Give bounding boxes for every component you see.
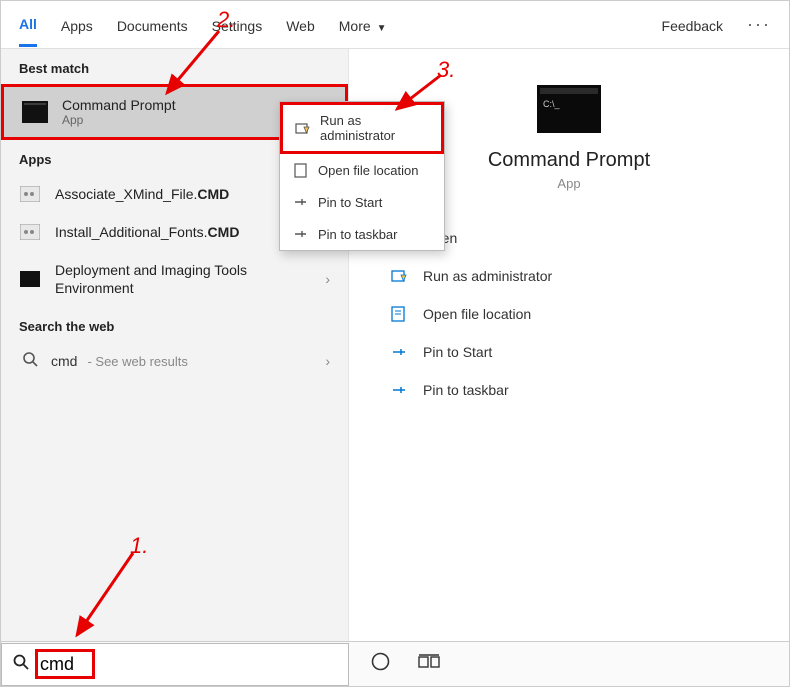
annotation-arrow-2 xyxy=(151,27,241,107)
tab-apps[interactable]: Apps xyxy=(61,4,93,46)
action-pin-taskbar[interactable]: Pin to taskbar xyxy=(391,371,789,409)
search-input[interactable] xyxy=(40,644,348,685)
annotation-arrow-1 xyxy=(61,549,161,649)
cortana-icon[interactable] xyxy=(371,652,390,676)
annotation-1: 1. xyxy=(130,533,148,559)
search-box[interactable] xyxy=(1,643,349,686)
pin-taskbar-icon xyxy=(292,226,308,242)
action-open[interactable]: Open xyxy=(391,219,789,257)
context-menu: Run as administrator Open file location … xyxy=(279,101,445,251)
search-icon xyxy=(19,352,41,370)
preview-subtitle: App xyxy=(557,176,580,191)
command-prompt-icon xyxy=(19,270,41,288)
action-open-location[interactable]: Open file location xyxy=(391,295,789,333)
command-prompt-icon: C:\_ xyxy=(537,85,601,133)
svg-text:C:\_: C:\_ xyxy=(543,99,561,109)
context-open-location[interactable]: Open file location xyxy=(280,154,444,186)
admin-icon xyxy=(391,267,409,285)
preview-title: Command Prompt xyxy=(488,149,650,172)
folder-icon xyxy=(292,162,308,178)
command-prompt-icon xyxy=(22,101,48,123)
folder-icon xyxy=(391,305,409,323)
app-result-row[interactable]: Deployment and Imaging Tools Environment… xyxy=(1,251,348,307)
overflow-icon[interactable]: ··· xyxy=(747,14,771,35)
chevron-down-icon: ▼ xyxy=(377,23,387,34)
action-pin-start[interactable]: Pin to Start xyxy=(391,333,789,371)
annotation-3: 3. xyxy=(437,57,455,83)
feedback-link[interactable]: Feedback xyxy=(662,4,723,46)
pin-start-icon xyxy=(391,343,409,361)
cmd-file-icon xyxy=(19,185,41,203)
task-view-icon[interactable] xyxy=(418,654,440,675)
search-filter-bar: All Apps Documents Settings Web More ▼ F… xyxy=(1,1,789,49)
annotation-2: 2. xyxy=(217,7,235,33)
tab-more[interactable]: More ▼ xyxy=(339,4,387,46)
pin-taskbar-icon xyxy=(391,381,409,399)
context-pin-start[interactable]: Pin to Start xyxy=(280,186,444,218)
tab-all[interactable]: All xyxy=(19,2,37,47)
best-match-subtitle: App xyxy=(62,113,176,127)
action-run-admin[interactable]: Run as administrator xyxy=(391,257,789,295)
chevron-right-icon: › xyxy=(325,353,330,369)
section-search-web: Search the web xyxy=(1,307,348,342)
admin-icon xyxy=(295,120,310,136)
context-pin-taskbar[interactable]: Pin to taskbar xyxy=(280,218,444,250)
cmd-file-icon xyxy=(19,223,41,241)
chevron-right-icon: › xyxy=(325,271,330,287)
pin-start-icon xyxy=(292,194,308,210)
tab-web[interactable]: Web xyxy=(286,4,315,46)
search-icon xyxy=(2,654,40,675)
web-result-row[interactable]: cmd - See web results › xyxy=(1,342,348,380)
